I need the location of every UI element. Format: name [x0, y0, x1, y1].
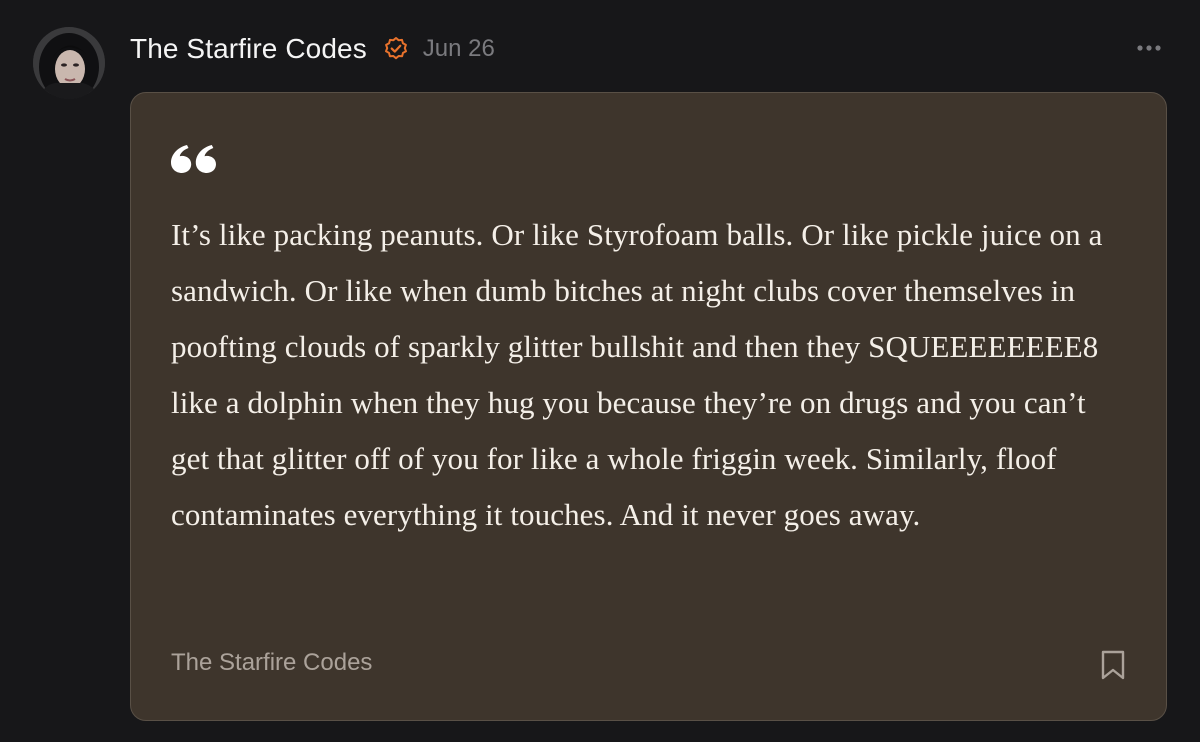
more-options-button[interactable]	[1130, 38, 1170, 58]
more-options-icon	[1137, 45, 1161, 51]
post-date[interactable]: Jun 26	[423, 35, 495, 63]
post-header: The Starfire Codes Jun 26	[130, 30, 495, 68]
bookmark-button[interactable]	[1099, 649, 1127, 681]
quote-mark-icon	[171, 145, 217, 173]
quote-source[interactable]: The Starfire Codes	[171, 649, 372, 677]
author-avatar[interactable]	[33, 27, 105, 99]
quote-text: It’s like packing peanuts. Or like Styro…	[171, 217, 1103, 532]
quote-card[interactable]: It’s like packing peanuts. Or like Styro…	[130, 92, 1167, 721]
avatar-photo	[33, 27, 105, 99]
bookmark-icon	[1101, 650, 1125, 680]
author-name[interactable]: The Starfire Codes	[130, 33, 367, 65]
verified-check-icon	[383, 36, 409, 62]
